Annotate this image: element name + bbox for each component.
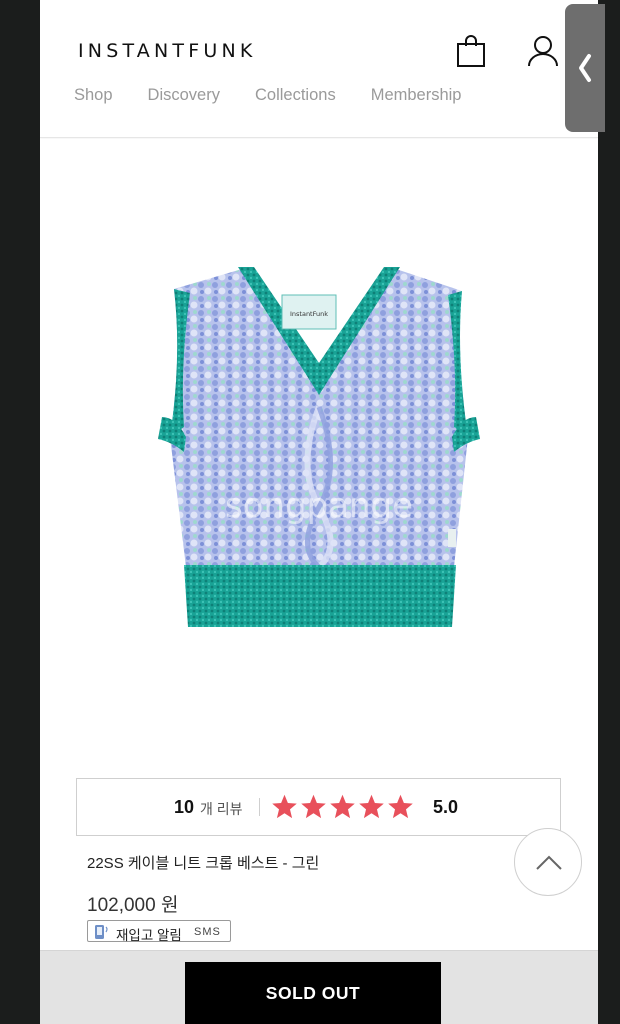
shopping-bag-icon[interactable]	[456, 34, 486, 68]
user-icon[interactable]	[526, 34, 560, 68]
bottom-action-bar: SOLD OUT	[40, 950, 598, 1024]
nav-collections[interactable]: Collections	[255, 86, 336, 105]
restock-sms-label: SMS	[194, 926, 221, 938]
scroll-to-top-button[interactable]	[514, 828, 582, 896]
star-icon	[330, 794, 355, 819]
review-summary[interactable]: 10 개 리뷰 5.0	[76, 778, 561, 836]
review-count: 10	[174, 797, 195, 817]
product-image[interactable]: InstantFunk songpange	[156, 267, 482, 637]
product-image-area: InstantFunk songpange	[40, 139, 598, 769]
review-divider	[259, 798, 260, 816]
side-panel-tab[interactable]	[565, 4, 605, 132]
watermark-text: songpange	[225, 486, 413, 526]
review-score: 5.0	[433, 797, 459, 817]
restock-alert-label: 재입고 알림	[116, 928, 182, 943]
device-frame-right	[598, 0, 620, 1024]
star-icon	[388, 794, 413, 819]
device-frame-left	[0, 0, 40, 1024]
star-icon	[301, 794, 326, 819]
product-page: INSTANTFUNK Shop Discovery Collections M…	[40, 0, 598, 1024]
main-nav: Shop Discovery Collections Membership	[74, 86, 497, 105]
site-header: INSTANTFUNK Shop Discovery Collections M…	[40, 0, 598, 138]
nav-membership[interactable]: Membership	[371, 86, 462, 105]
review-count-label: 개 리뷰	[200, 801, 243, 817]
phone-notification-icon	[95, 925, 108, 939]
star-icon	[272, 794, 297, 819]
garment-label-text: InstantFunk	[290, 310, 328, 318]
restock-alert-button[interactable]: 재입고 알림 SMS	[87, 920, 231, 943]
nav-shop[interactable]: Shop	[74, 86, 113, 105]
chevron-left-icon	[579, 54, 591, 82]
product-name: 22SS 케이블 니트 크롭 베스트 - 그린	[87, 855, 320, 872]
star-icon	[359, 794, 384, 819]
chevron-up-icon	[536, 855, 562, 870]
brand-logo[interactable]: INSTANTFUNK	[78, 40, 257, 62]
sold-out-button[interactable]: SOLD OUT	[185, 962, 441, 1024]
product-price: 102,000 원	[87, 895, 179, 916]
star-rating	[270, 793, 415, 821]
nav-discovery[interactable]: Discovery	[148, 86, 220, 105]
